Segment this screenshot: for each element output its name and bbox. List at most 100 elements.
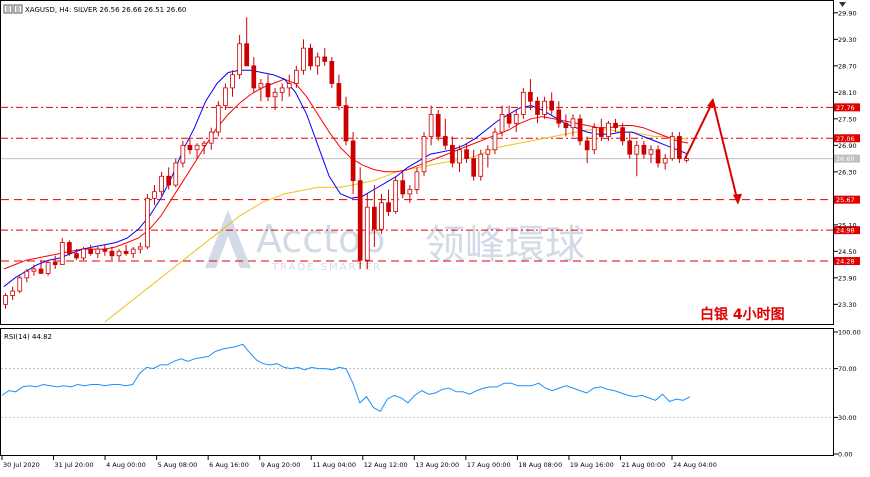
- candle-body: [570, 118, 576, 129]
- candle-body: [251, 65, 257, 89]
- candle-body: [301, 47, 306, 71]
- candle-body: [655, 149, 661, 164]
- candle-body: [180, 144, 186, 164]
- candle-body: [513, 114, 519, 124]
- candle-body: [201, 142, 207, 146]
- candle-body: [350, 140, 356, 182]
- candle-body: [145, 197, 150, 248]
- rsi-tick-label: 30.00: [838, 414, 857, 422]
- candle-body: [662, 158, 668, 164]
- candle-body: [485, 149, 491, 155]
- candle-body: [641, 144, 647, 155]
- candle-body: [549, 100, 555, 111]
- candle-body: [322, 56, 328, 62]
- candle-body: [230, 74, 235, 89]
- candle-body: [634, 144, 640, 155]
- candle-body: [535, 100, 540, 115]
- candle-body: [379, 202, 384, 230]
- candle-body: [152, 191, 157, 199]
- candle-body: [613, 122, 618, 129]
- candle-body: [669, 136, 675, 159]
- candle-body: [17, 277, 23, 292]
- time-tick-label: 30 Jul 2020: [3, 461, 40, 469]
- candle-body: [59, 242, 65, 265]
- time-tick-label: 21 Aug 00:00: [621, 461, 665, 469]
- candle-body: [400, 180, 406, 195]
- symbol-info: XAGUSD, H4: SILVER 26.56 26.66 26.51 26.…: [25, 6, 186, 14]
- chart-canvas[interactable]: Acctop 领峰環球 TRADE SMARTER 27.7627.0625.6…: [0, 0, 870, 473]
- candle-body: [648, 149, 654, 155]
- candle-body: [627, 140, 633, 155]
- candle-body: [556, 109, 562, 124]
- candle-body: [598, 127, 604, 137]
- price-tick-label: 24.50: [838, 248, 857, 256]
- candle-body: [194, 144, 200, 151]
- candle-body: [315, 56, 320, 67]
- time-tick-label: 5 Aug 08:00: [158, 461, 198, 469]
- candle-body: [542, 100, 547, 115]
- candle-body: [414, 171, 420, 190]
- candle-body: [584, 140, 590, 151]
- candle-body: [308, 47, 313, 67]
- candle-body: [421, 136, 427, 173]
- rsi-plot-frame: [0, 328, 834, 456]
- candle-body: [258, 83, 264, 89]
- candle-body: [166, 175, 172, 186]
- candle-body: [223, 87, 228, 106]
- candle-body: [336, 83, 342, 106]
- candle-body: [343, 105, 349, 142]
- time-tick-label: 31 Jul 20:00: [55, 461, 94, 469]
- candle-body: [3, 295, 8, 305]
- candle-body: [81, 248, 86, 259]
- candle-body: [67, 242, 72, 254]
- close-indicator-icon[interactable]: [839, 2, 846, 7]
- candle-body: [428, 114, 434, 137]
- candle-body: [499, 114, 505, 133]
- rsi-tick-label: 100.00: [838, 329, 861, 337]
- time-tick-label: 12 Aug 12:00: [364, 461, 408, 469]
- price-tick-label: 29.30: [838, 36, 857, 44]
- candle-body: [591, 127, 597, 151]
- candle-body: [407, 189, 413, 195]
- candle-body: [74, 253, 79, 259]
- candle-body: [435, 114, 441, 137]
- candle-body: [293, 69, 299, 84]
- candle-body: [215, 105, 221, 133]
- time-tick-label: 24 Aug 04:00: [673, 461, 717, 469]
- candle-body: [464, 149, 469, 159]
- candle-body: [123, 250, 129, 254]
- candle-body: [173, 162, 179, 186]
- candle-body: [528, 91, 533, 102]
- watermark-sub: TRADE SMARTER: [271, 262, 382, 273]
- price-tick-label: 28.10: [838, 89, 857, 97]
- candle-body: [38, 268, 44, 274]
- price-tick-label: 29.90: [838, 9, 857, 17]
- candle-body: [208, 131, 214, 144]
- time-tick-label: 11 Aug 04:00: [312, 461, 356, 469]
- time-tick-label: 18 Aug 08:00: [518, 461, 562, 469]
- candle-body: [329, 61, 335, 84]
- price-tick-label: 28.70: [838, 62, 857, 70]
- price-tick-label: 23.90: [838, 274, 857, 282]
- time-tick-label: 9 Aug 20:00: [261, 461, 301, 469]
- candle-body: [457, 149, 462, 164]
- price-tick-label: 23.30: [838, 301, 857, 309]
- candle-body: [357, 180, 363, 261]
- current-price-label: 26.60: [836, 155, 855, 163]
- price-tick-label: 27.50: [838, 115, 857, 123]
- candle-body: [442, 136, 448, 146]
- candle-body: [279, 87, 285, 93]
- time-tick-label: 13 Aug 20:00: [415, 461, 459, 469]
- candle-body: [677, 136, 682, 159]
- candle-body: [237, 43, 242, 76]
- rsi-tick-label: 0.00: [838, 451, 852, 459]
- candle-body: [471, 158, 477, 177]
- candle-body: [386, 202, 391, 212]
- candle-body: [10, 290, 15, 296]
- candle-body: [372, 206, 377, 230]
- candle-body: [620, 127, 625, 142]
- candle-body: [88, 248, 94, 254]
- candle-body: [130, 248, 136, 254]
- candle-body: [244, 43, 250, 67]
- price-tick-label: 25.10: [838, 221, 857, 229]
